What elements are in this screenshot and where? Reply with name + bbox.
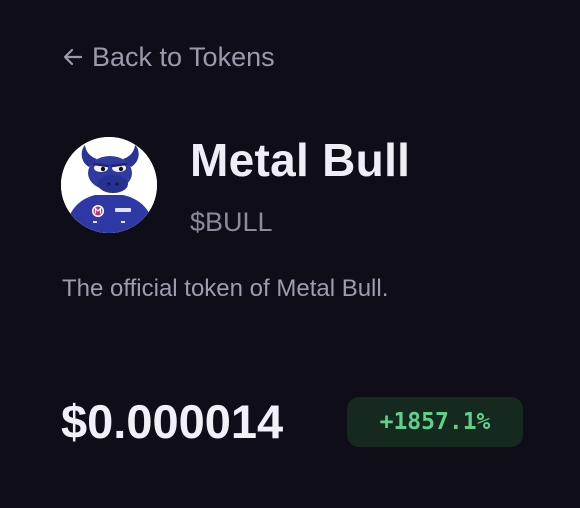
token-symbol: $BULL <box>190 207 273 237</box>
token-name: Metal Bull <box>190 134 411 186</box>
price-change-badge: +1857.1% <box>347 397 523 447</box>
bull-mascot-avatar <box>61 137 157 233</box>
arrow-left-icon <box>62 46 84 68</box>
price-change-value: +1857.1% <box>379 409 491 435</box>
back-link-label: Back to Tokens <box>92 41 275 72</box>
back-to-tokens-link[interactable]: Back to Tokens <box>62 40 275 74</box>
token-price: $0.000014 <box>61 395 284 448</box>
token-description: The official token of Metal Bull. <box>62 275 389 302</box>
token-avatar <box>61 137 157 233</box>
